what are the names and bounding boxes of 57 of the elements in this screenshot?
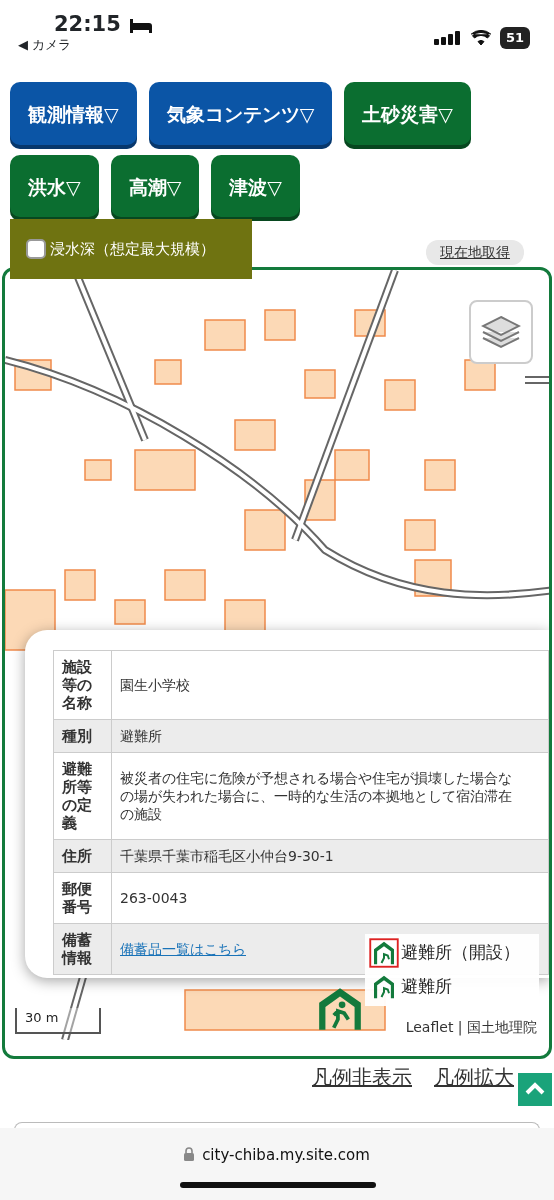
back-to-app-link[interactable]: ◀ カメラ (18, 35, 153, 55)
legend-label: 避難所（開設） (401, 941, 520, 965)
row-header: 避難所等の定義 (53, 752, 112, 840)
row-header: 施設等の名称 (53, 650, 112, 720)
building (84, 459, 112, 481)
building (264, 309, 296, 341)
layers-icon (481, 315, 521, 349)
status-time: 22:15 (54, 14, 121, 35)
menu-button[interactable]: 高潮▽ (110, 154, 200, 221)
building (334, 449, 370, 481)
menu-button[interactable]: 洪水▽ (10, 154, 99, 221)
building (164, 569, 206, 601)
attribution-link[interactable]: 国土地理院 (467, 1019, 537, 1035)
legend-toggle-link[interactable]: 凡例拡大 (434, 1062, 514, 1092)
wifi-icon (469, 30, 492, 46)
stock-list-link[interactable]: 備蓄品一覧はこちら (120, 941, 246, 958)
signal-icon (433, 30, 462, 46)
url-text[interactable]: city-chiba.my.site.com (202, 1144, 370, 1167)
lock-icon (184, 1147, 195, 1161)
row-header: 備蓄情報 (53, 923, 112, 975)
get-location-button[interactable]: 現在地取得 (426, 240, 524, 265)
row-value: 園生小学校 (111, 650, 549, 720)
menu-button[interactable]: 津波▽ (211, 154, 300, 221)
building (384, 379, 416, 411)
layer-option-label[interactable]: 浸水深（想定最大規模） (50, 237, 215, 261)
checkbox[interactable] (26, 239, 46, 259)
row-value: 避難所 (111, 719, 549, 753)
attribution-separator: | (457, 1019, 463, 1035)
row-header: 種別 (53, 719, 112, 753)
leaflet-link[interactable]: Leaflet (405, 1019, 454, 1035)
row-value: 被災者の住宅に危険が予想される場合や住宅が損壊した場合な の場が失われた場合に、一時的な生活の本拠地として宿泊滞在 の施設 (111, 752, 549, 840)
legend-label: 避難所 (401, 975, 452, 999)
building (154, 359, 182, 385)
building (134, 449, 196, 491)
row-value: 263-0043 (111, 872, 549, 924)
building (204, 319, 246, 351)
building (404, 519, 436, 551)
building (464, 359, 496, 391)
building (304, 369, 336, 399)
building (114, 599, 146, 625)
menu-button[interactable]: 気象コンテンツ▽ (148, 82, 333, 149)
open-shelter-icon (369, 938, 399, 968)
battery-level: 51 (499, 27, 530, 49)
building (424, 459, 456, 491)
row-header: 住所 (53, 839, 112, 873)
row-value: 千葉県千葉市稲毛区小仲台9-30-1 (111, 839, 549, 873)
building (244, 509, 286, 551)
building (234, 419, 276, 451)
building (64, 569, 96, 601)
row-header: 郵便番号 (53, 872, 112, 924)
menu-button[interactable]: 観測情報▽ (10, 82, 137, 149)
bed-icon (128, 16, 153, 33)
back-to-top-button[interactable] (518, 1073, 552, 1106)
legend-toggle-link[interactable]: 凡例非表示 (312, 1062, 412, 1092)
layers-button[interactable] (469, 300, 533, 364)
scale-bar: 30 m (15, 1008, 101, 1034)
menu-button[interactable]: 土砂災害▽ (344, 82, 471, 149)
